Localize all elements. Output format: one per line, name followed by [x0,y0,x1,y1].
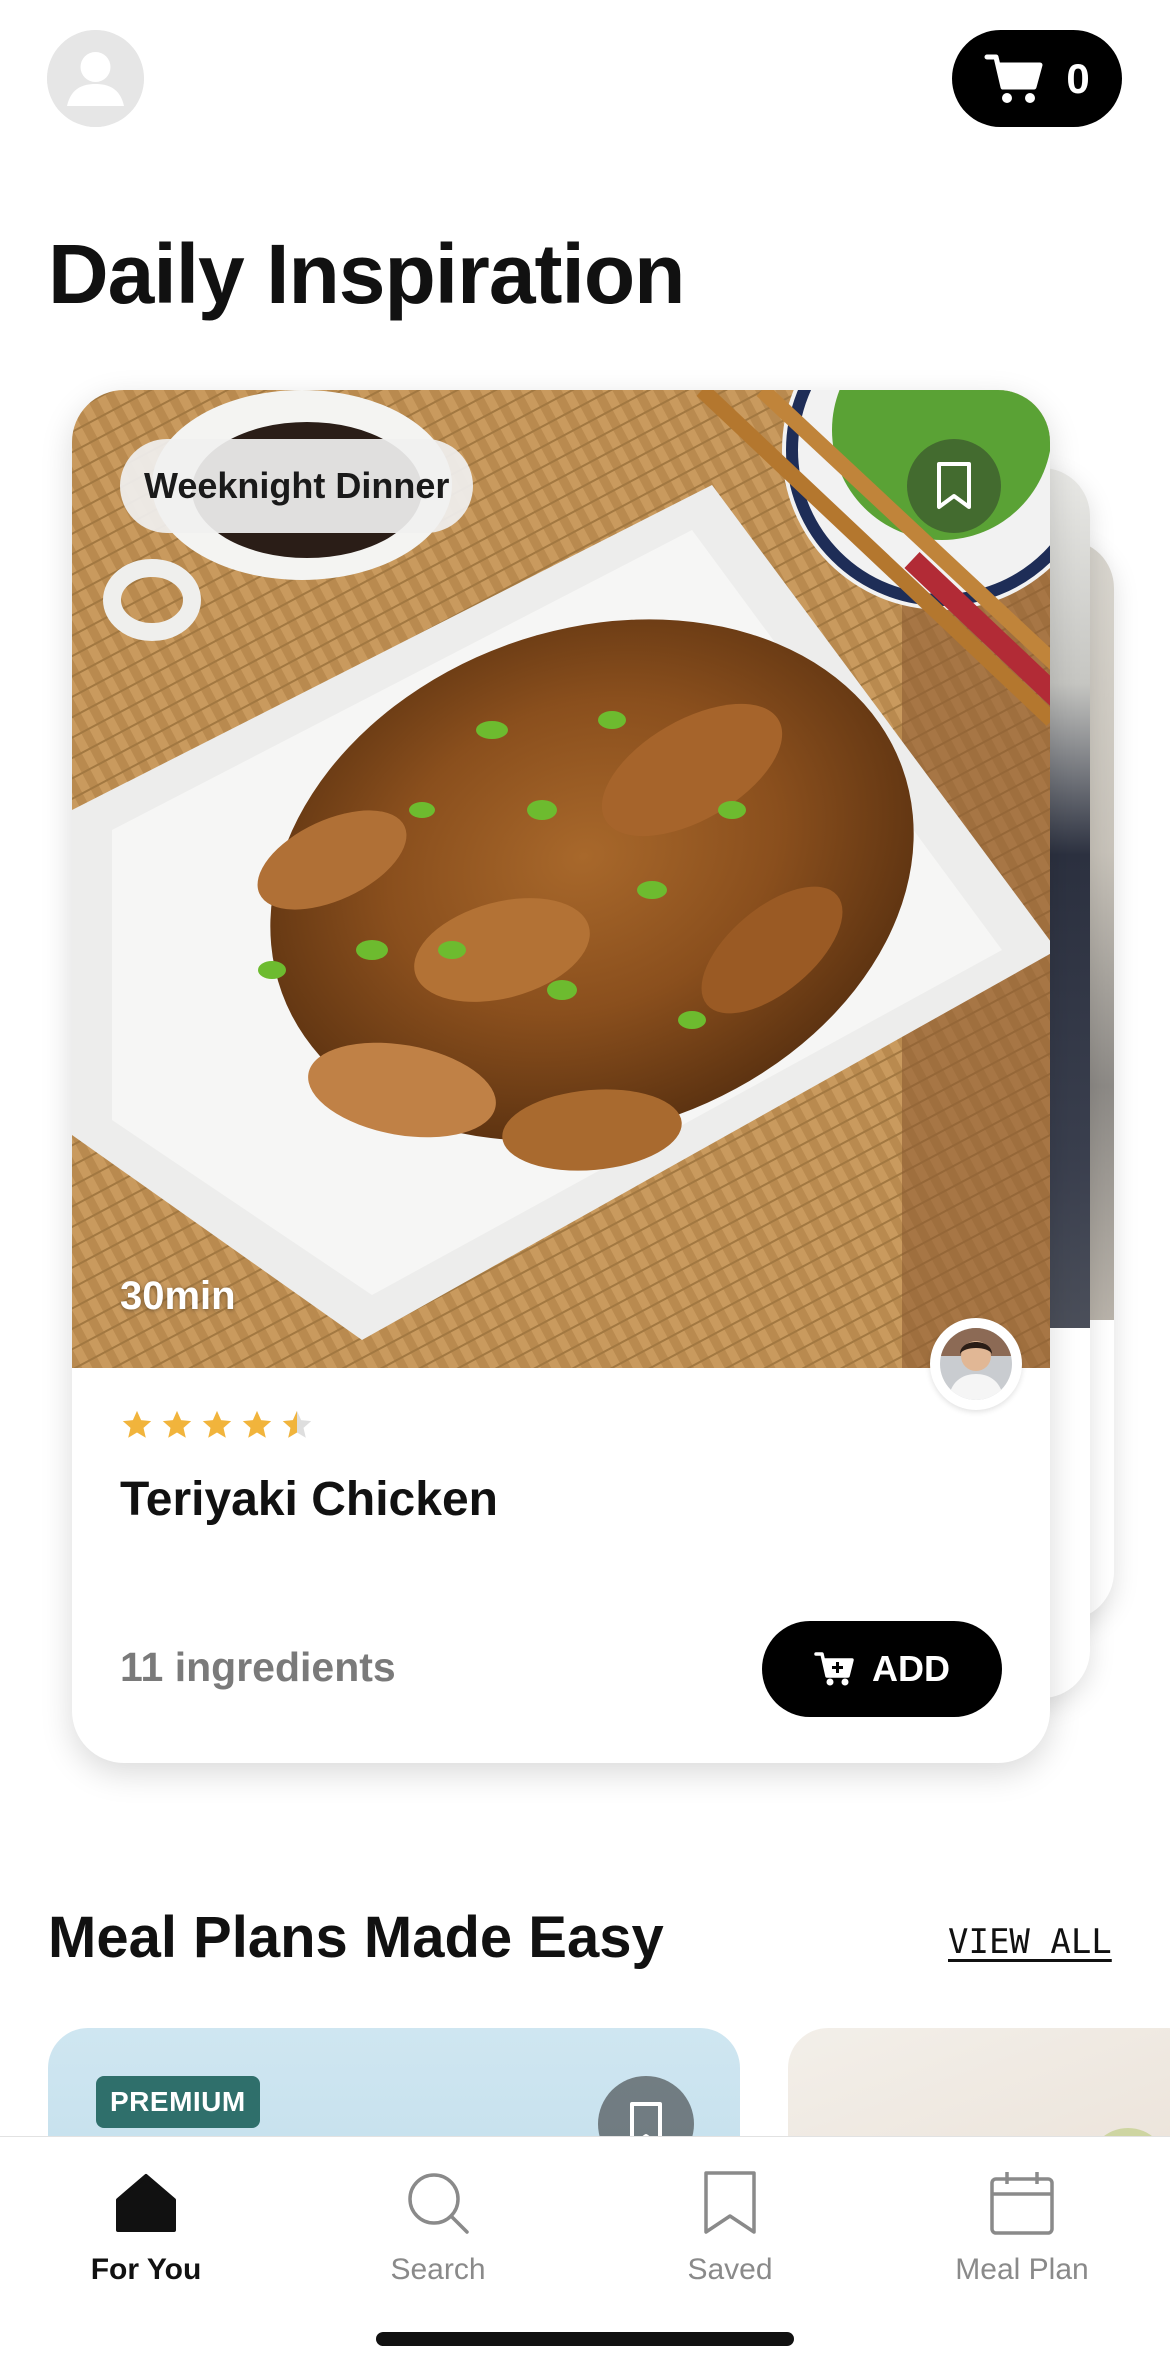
profile-button[interactable] [47,30,144,127]
rating-stars [120,1408,314,1442]
featured-recipe-card[interactable]: Weeknight Dinner 30min Teriyaki Chicken … [72,390,1050,1763]
premium-badge: PREMIUM [96,2076,260,2128]
recipe-title[interactable]: Teriyaki Chicken [120,1472,498,1527]
add-to-cart-button[interactable]: ADD [762,1621,1002,1717]
cart-button[interactable]: 0 [952,30,1122,127]
recipe-photo [72,390,1050,1368]
chef-photo [940,1328,1012,1400]
star-icon [122,1410,152,1438]
tab-search[interactable]: Search [292,2137,584,2287]
search-icon [402,2167,474,2239]
category-tag[interactable]: Weeknight Dinner [120,439,474,533]
tab-label: Saved [687,2253,773,2286]
chef-avatar[interactable] [930,1318,1022,1410]
tab-label: Search [390,2253,486,2286]
cook-time: 30min [120,1274,236,1318]
tab-saved[interactable]: Saved [584,2137,876,2287]
star-icon [242,1410,272,1438]
star-icon [202,1410,232,1438]
add-button-label: ADD [872,1648,950,1689]
ingredient-count: 11 ingredients [120,1644,396,1690]
tab-label: For You [90,2253,202,2286]
section-title: Meal Plans Made Easy [48,1905,664,1970]
home-indicator[interactable] [376,2332,794,2346]
cart-icon [984,54,1043,103]
cart-count: 0 [1066,54,1090,102]
bookmark-icon [937,462,971,509]
bookmark-icon [694,2167,766,2239]
cart-plus-icon [814,1652,854,1686]
calendar-icon [986,2167,1058,2239]
tab-label: Meal Plan [955,2253,1089,2286]
half-star-icon [282,1410,312,1438]
page-title: Daily Inspiration [48,227,685,321]
tab-for-you[interactable]: For You [0,2137,292,2287]
star-icon [162,1410,192,1438]
view-all-link[interactable]: VIEW ALL [948,1922,1112,1962]
tab-meal-plan[interactable]: Meal Plan [876,2137,1168,2287]
person-icon [47,30,144,127]
bookmark-button[interactable] [907,439,1001,533]
home-icon [110,2167,182,2239]
